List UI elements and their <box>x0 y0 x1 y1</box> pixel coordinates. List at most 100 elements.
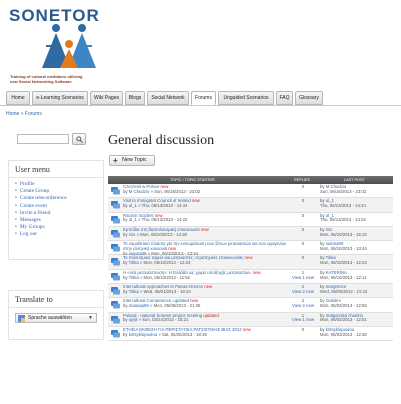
table-header: TOPIC / TOPIC STARTER REPLIES LAST POST <box>108 176 393 184</box>
topic-starter: by Titika » Mon, 06/10/2013 - 11:52 <box>123 275 190 280</box>
starter-user-link[interactable]: Titika <box>129 260 139 265</box>
tab-forums[interactable]: Forums <box>191 91 216 105</box>
user-menu-title: User menu <box>9 161 103 178</box>
table-row: Visit to Immigrant Council of Ireland ne… <box>108 198 393 213</box>
topic-starter: by Titika » Wed, 05/01/2013 - 19:24 <box>123 289 191 294</box>
header-topic[interactable]: TOPIC / TOPIC STARTER <box>170 176 215 184</box>
table-body: Czerzenii w Polsce new by M Chudzio » Sun… <box>108 184 393 342</box>
replies-cell: 1 View 1 new <box>291 270 315 281</box>
topic-cell: Το πολιτισμικό ταμείο και μεταναστές: στ… <box>123 256 288 266</box>
starter-user-link[interactable]: Titika <box>129 275 139 280</box>
site-tagline: Training of cultural mediators utilizing… <box>10 74 82 84</box>
search-button[interactable] <box>72 133 86 145</box>
starter-date: » Thu, 06/13/2013 - 14:22 <box>136 217 188 223</box>
starter-date: » Mon, 06/10/2013 - 14:30 <box>135 231 188 237</box>
tab-e-learning-scenarios[interactable]: e-Learning Scenarios <box>32 91 88 105</box>
tab-glossary[interactable]: Glossary <box>295 91 323 105</box>
forum-topic-icon <box>111 315 120 324</box>
view-new-link[interactable]: View 2 new <box>292 289 314 294</box>
tab-home[interactable]: Home <box>6 91 30 105</box>
replies-cell: 2 View 2 new <box>291 284 315 295</box>
topic-cell: Η «νέα μετανάστευση»: Η Ελλάδα ως χώρα υ… <box>123 270 288 281</box>
starter-date: » Sun, 06/16/2013 - 23:02 <box>149 188 201 194</box>
topic-starter: by Titika » Mon, 06/10/2013 - 12:24 <box>123 260 190 265</box>
last-post-date: Mon, 06/10/2013 - 12:24 <box>320 260 367 266</box>
menu-item-messages[interactable]: Messages <box>15 217 97 224</box>
replies-cell: 0 <box>291 326 315 333</box>
starter-date: » Mon, 06/10/2013 - 12:24 <box>138 260 191 266</box>
menu-item-log-out[interactable]: Log out <box>15 231 97 238</box>
by-label: by <box>123 303 128 309</box>
reply-count: 0 <box>301 326 305 332</box>
new-topic-label: New Topic <box>122 157 147 163</box>
last-post-date: Wed, 06/05/2013 - 21:24 <box>320 288 368 294</box>
table-row: Intercultural Competence, updated new by … <box>108 298 393 313</box>
replies-cell: 1 View 1 new <box>291 313 315 324</box>
tab-blogs[interactable]: Blogs <box>125 91 145 105</box>
topic-cell: Το νομοθετικό πλαίσιο για την ενσωμάτωση… <box>123 241 288 256</box>
starter-date: » Mon, 06/10/2013 - 11:52 <box>138 274 191 280</box>
topic-cell: Czerzenii w Polsce new by M Chudzio » Sun… <box>123 184 288 195</box>
starter-user-link[interactable]: ul_1 <box>129 217 137 222</box>
starter-user-link[interactable]: maasap58 <box>129 303 149 308</box>
view-new-link[interactable]: View 1 new <box>292 275 314 280</box>
topic-cell: Poland - national Sonetor project meetin… <box>123 312 288 324</box>
plus-icon: + <box>113 156 118 165</box>
starter-user-link[interactable]: M Chudzio <box>129 189 150 194</box>
forum-topic-icon <box>111 215 120 224</box>
language-select[interactable]: Sprache auswählen ▼ <box>15 313 97 323</box>
topic-title-link[interactable]: Το νομοθετικό πλαίσιο για την ενσωμάτωση… <box>123 241 286 251</box>
search-input[interactable] <box>17 134 69 144</box>
tab-wiki-pages[interactable]: Wiki Pages <box>90 91 123 105</box>
translate-title: Translate to <box>9 291 103 308</box>
last-post-cell: by KATERINA Mon, 06/10/2013 - 12:11 <box>320 270 392 281</box>
by-label: by <box>123 188 128 194</box>
last-post-date: Thu, 06/13/2013 - 14:44 <box>320 203 366 209</box>
topic-cell: Intercultural Competence, updated new by … <box>123 298 288 309</box>
view-new-link[interactable]: View 1 new <box>292 317 314 323</box>
tagline-line-2: new Social Networking Software <box>10 79 72 84</box>
table-row: Το πολιτισμικό ταμείο και μεταναστές: στ… <box>108 255 393 270</box>
new-badge: new <box>191 198 200 204</box>
forum-topic-table: TOPIC / TOPIC STARTER REPLIES LAST POST … <box>108 176 393 342</box>
tab-social-network[interactable]: Social Network <box>147 91 189 105</box>
view-new-link[interactable]: View 2 new <box>292 303 314 308</box>
table-row: ΕΤΗΣΙΑ ΕΚΘΕΣΗ ΓΙΑ ΠΕΡΙΣΤΑΤΙΚΑ ΡΑΤΣΙΣΤΙΚΗ… <box>108 326 393 342</box>
replies-cell: 0 <box>291 227 315 233</box>
replies-cell: 2 View 2 new <box>291 298 315 309</box>
menu-item-create-teleconference[interactable]: Create teleconference <box>15 195 97 202</box>
breadcrumb[interactable]: Home » Forums <box>6 111 42 117</box>
replies-cell: 0 <box>291 184 315 190</box>
tab-faq[interactable]: FAQ <box>276 91 293 105</box>
starter-date: » Mon, 05/06/2013 - 21:35 <box>148 303 201 309</box>
by-label: by <box>123 331 128 337</box>
starter-user-link[interactable]: kritsyklopoulou <box>129 332 157 337</box>
menu-item-my-groups[interactable]: My Groups <box>15 224 97 231</box>
tab-unguided-scenarios[interactable]: Unguided Scenarios <box>218 91 274 105</box>
starter-date: » Thu, 06/13/2013 - 14:44 <box>136 203 188 209</box>
replies-cell: 0 <box>291 213 315 219</box>
main-nav: Home e-Learning Scenarios Wiki Pages Blo… <box>6 91 401 105</box>
menu-item-profile[interactable]: Profile <box>15 181 97 188</box>
starter-user-link[interactable]: ul_1 <box>129 203 137 208</box>
header-last-post[interactable]: LAST POST <box>344 176 365 184</box>
search-icon <box>76 136 83 143</box>
site-logo[interactable]: SONETOR <box>9 6 100 26</box>
forum-topic-icon <box>111 229 120 238</box>
new-badge: new <box>204 284 213 290</box>
topic-cell: ΕΤΗΣΙΑ ΕΚΘΕΣΗ ΓΙΑ ΠΕΡΙΣΤΑΤΙΚΑ ΡΑΤΣΙΣΤΙΚΗ… <box>123 327 288 338</box>
by-label: by <box>123 260 128 266</box>
last-post-date: Sun, 06/16/2013 - 23:02 <box>320 188 367 194</box>
topic-cell: Racism Incident new by ul_1 » Thu, 06/13/… <box>123 213 288 224</box>
new-topic-button[interactable]: + New Topic <box>109 155 155 166</box>
new-badge: updated <box>203 312 219 318</box>
chevron-down-icon: ▼ <box>88 315 93 321</box>
last-post-cell: by kritsyklopoulou Mon, 06/03/2013 - 12:4… <box>320 327 392 338</box>
menu-item-create-event[interactable]: Create event <box>15 203 97 210</box>
table-row: Εμπόδια στη διαπολιτισμική επικοινωνία n… <box>108 226 393 242</box>
menu-item-invite-friend[interactable]: Invite a friend <box>15 210 97 217</box>
topic-starter: by Gio » Mon, 06/10/2013 - 14:30 <box>123 232 187 237</box>
starter-user-link[interactable]: Titika <box>129 289 139 294</box>
header-replies[interactable]: REPLIES <box>294 176 310 184</box>
table-row: Intercultural Approaches in Patras-Greec… <box>108 284 393 299</box>
